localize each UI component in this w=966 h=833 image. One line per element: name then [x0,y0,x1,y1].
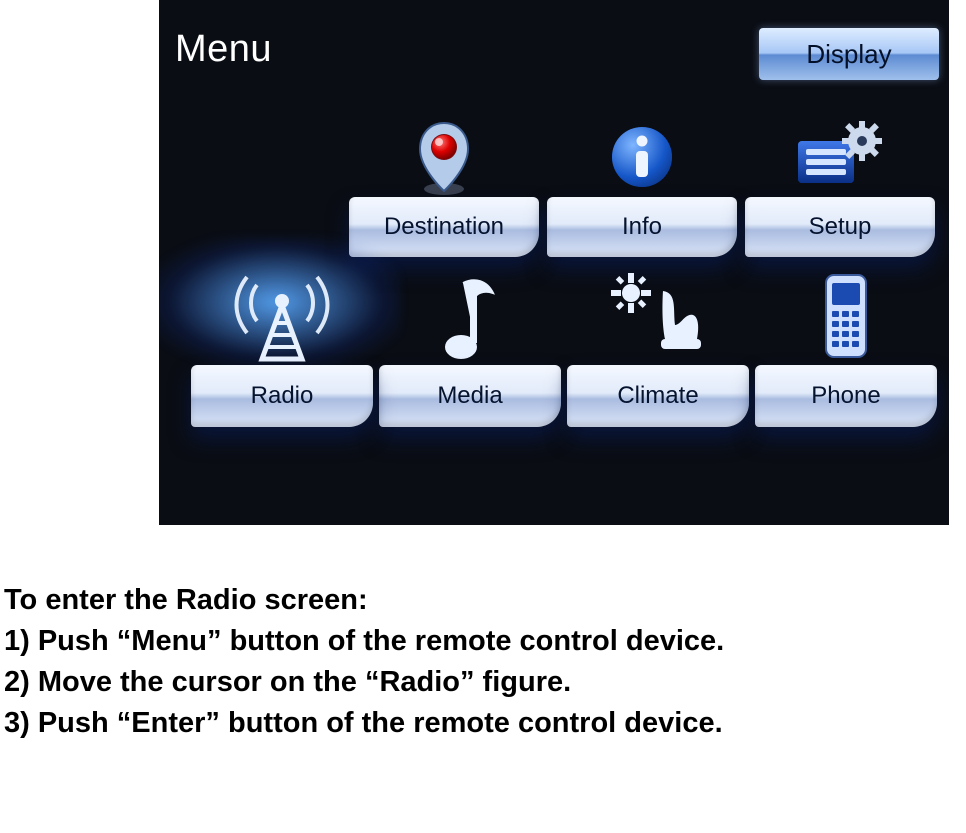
info-icon [547,109,737,197]
menu-tab: Destination [349,197,539,257]
menu-item-phone[interactable]: Phone [755,277,937,427]
instruction-step: 1) Push “Menu” button of the remote cont… [4,622,966,661]
radio-tower-icon [191,277,373,365]
instructions-block: To enter the Radio screen: 1) Push “Menu… [4,581,966,744]
menu-item-label: Info [622,213,662,241]
destination-pin-icon [349,109,539,197]
gear-icon [745,109,935,197]
instruction-step: 3) Push “Enter” button of the remote con… [4,704,966,743]
menu-item-setup[interactable]: Setup [745,109,935,257]
music-note-icon [379,277,561,365]
menu-tab: Phone [755,365,937,427]
menu-item-label: Radio [251,382,314,410]
menu-item-media[interactable]: Media [379,277,561,427]
menu-row-top: Destination [349,109,943,257]
menu-item-climate[interactable]: Climate [567,277,749,427]
menu-item-info[interactable]: Info [547,109,737,257]
menu-item-label: Phone [811,382,880,410]
menu-tab: Climate [567,365,749,427]
menu-item-radio[interactable]: Radio [191,277,373,427]
menu-screen: Menu Display [159,0,949,525]
menu-tab: Setup [745,197,935,257]
menu-item-label: Climate [617,382,698,410]
display-button[interactable]: Display [759,28,939,80]
screen-title: Menu [175,28,272,71]
car-menu-screenshot: Menu Display [159,0,949,525]
display-button-label: Display [806,39,891,70]
menu-tab: Media [379,365,561,427]
instructions-heading: To enter the Radio screen: [4,581,966,620]
menu-tab: Radio [191,365,373,427]
menu-tab: Info [547,197,737,257]
menu-item-destination[interactable]: Destination [349,109,539,257]
climate-seat-icon [567,277,749,365]
menu-row-bottom: Radio Media [191,277,943,427]
menu-item-label: Media [437,382,502,410]
menu-item-label: Setup [809,213,872,241]
instruction-step: 2) Move the cursor on the “Radio” figure… [4,663,966,702]
phone-icon [755,277,937,365]
menu-item-label: Destination [384,213,504,241]
